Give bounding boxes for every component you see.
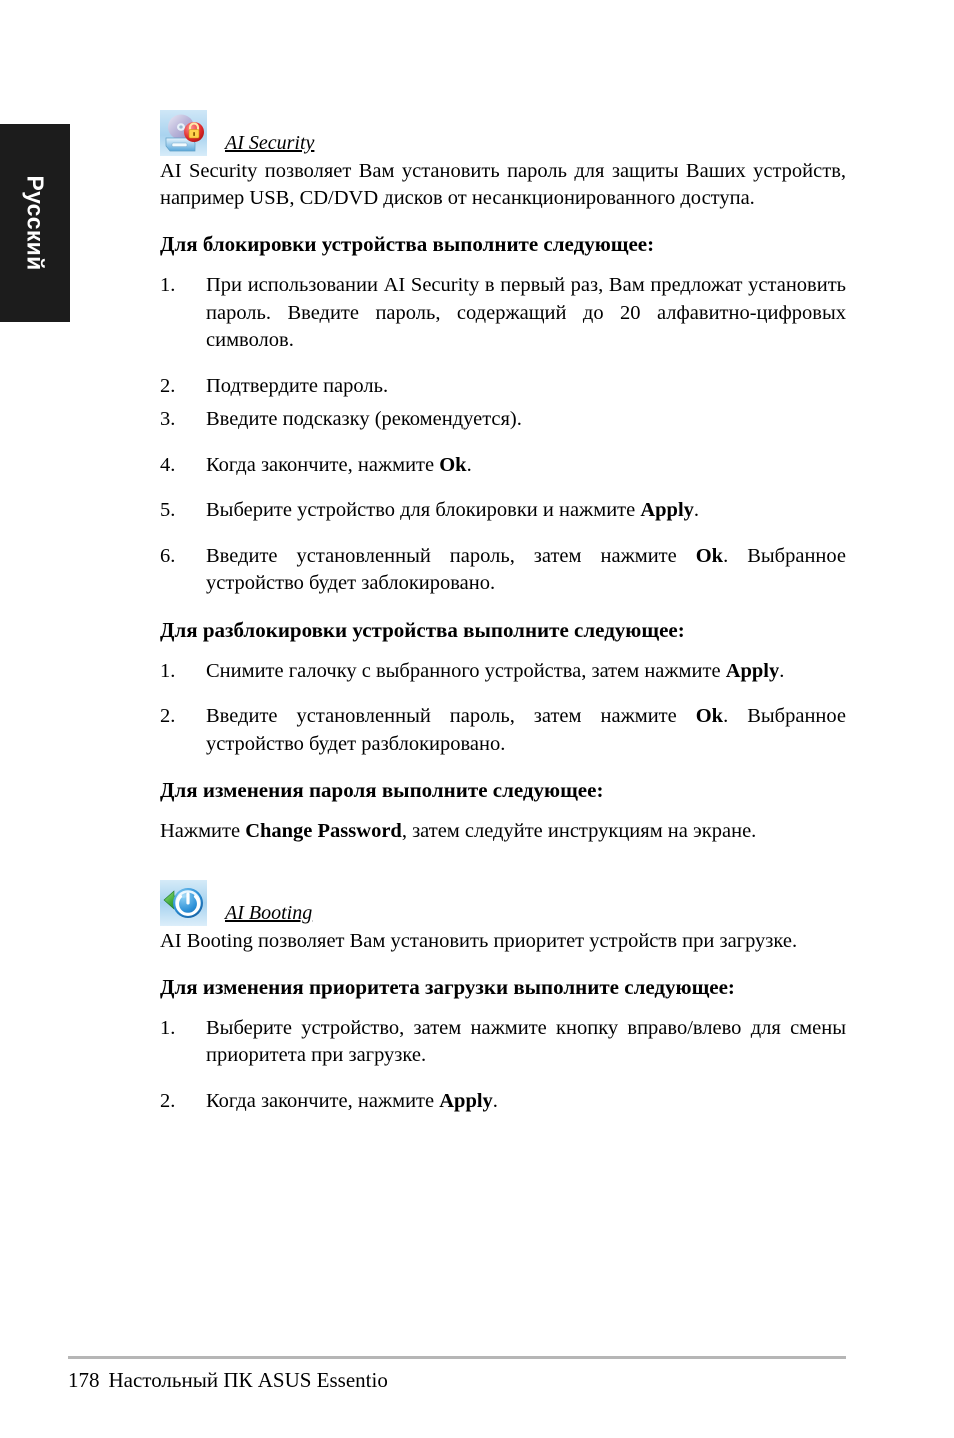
step-text: Подтвердите пароль. [206, 373, 846, 401]
step-number: 2. [160, 1089, 176, 1112]
list-item: 5. Выберите устройство для блокировки и … [160, 497, 846, 525]
change-password-pre: Нажмите [160, 820, 246, 842]
heading-unlock-device: Для разблокировки устройства выполните с… [160, 617, 685, 642]
list-item: 2. Подтвердите пароль. [160, 373, 846, 401]
step-text-bold: Apply [439, 1089, 493, 1112]
language-tab: Русский [0, 124, 70, 322]
step-text-bold: Ok [439, 453, 467, 476]
footer-product-name: Настольный ПК ASUS Essentio [108, 1368, 388, 1392]
page-number: 178 [68, 1368, 100, 1392]
step-number: 3. [160, 408, 176, 430]
step-text: Введите установленный пароль, затем нажм… [206, 543, 846, 598]
unlock-steps-list: 1. Снимите галочку с выбранного устройст… [160, 658, 846, 759]
step-number: 1. [160, 274, 176, 296]
step-text-pre: Снимите галочку с выбранного устройства,… [206, 659, 726, 682]
list-item: 1. Снимите галочку с выбранного устройст… [160, 658, 846, 686]
step-text: Введите установленный пароль, затем нажм… [206, 703, 846, 758]
step-number: 5. [160, 499, 176, 521]
language-tab-label: Русский [22, 175, 49, 271]
change-password-post: , затем следуйте инструкциям на экране. [401, 820, 757, 842]
step-text: Когда закончите, нажмите Ok. [206, 452, 846, 480]
step-text: Выберите устройство, затем нажмите кнопк… [206, 1015, 846, 1070]
step-text: Введите подсказку (рекомендуется). [206, 406, 846, 434]
ai-booting-label: AI Booting [225, 901, 313, 924]
step-text-post: . [492, 1089, 498, 1112]
step-text-bold: Apply [640, 499, 694, 521]
ai-security-intro: AI Security позволяет Вам установить пар… [160, 160, 846, 209]
change-password-button-label: Change Password [245, 820, 402, 842]
step-number: 4. [160, 453, 176, 476]
step-text-pre: Введите установленный пароль, затем нажм… [206, 544, 696, 567]
step-text-pre: Выберите устройство, затем нажмите кнопк… [206, 1016, 846, 1067]
step-text-pre: Введите подсказку (рекомендуется). [206, 408, 522, 430]
step-text-pre: Введите установленный пароль, затем нажм… [206, 705, 696, 727]
step-text-post: . [779, 659, 785, 682]
ai-security-heading: AI Security [160, 110, 846, 156]
ai-booting-intro: AI Booting позволяет Вам установить прио… [160, 929, 798, 952]
list-item: 4. Когда закончите, нажмите Ok. [160, 452, 846, 480]
step-number: 1. [160, 659, 176, 682]
step-text: При использовании AI Security в первый р… [206, 272, 846, 355]
step-number: 2. [160, 374, 176, 397]
ai-security-icon [160, 110, 207, 156]
step-text-pre: Подтвердите пароль. [206, 374, 389, 397]
footer-divider [68, 1356, 846, 1359]
step-text-bold: Ok [695, 544, 724, 567]
heading-lock-device: Для блокировки устройства выполните след… [160, 232, 655, 256]
heading-change-boot-priority: Для изменения приоритета загрузки выполн… [160, 974, 735, 999]
lock-steps-list: 1. При использовании AI Security в первы… [160, 272, 846, 598]
list-item: 1. Выберите устройство, затем нажмите кн… [160, 1015, 846, 1070]
step-text-pre: При использовании AI Security в первый р… [206, 274, 846, 351]
step-text: Выберите устройство для блокировки и наж… [206, 497, 846, 525]
list-item: 1. При использовании AI Security в первы… [160, 272, 846, 355]
change-password-instruction: Нажмите Change Password, затем следуйте … [160, 818, 846, 846]
step-number: 2. [160, 705, 176, 727]
step-text: Когда закончите, нажмите Apply. [206, 1088, 846, 1116]
step-number: 1. [160, 1016, 176, 1039]
step-text-pre: Когда закончите, нажмите [206, 1089, 440, 1112]
step-text-post: . [466, 453, 472, 476]
footer: 178 Настольный ПК ASUS Essentio [68, 1366, 388, 1394]
heading-change-password: Для изменения пароля выполните следующее… [160, 778, 604, 802]
step-number: 6. [160, 544, 176, 567]
boot-steps-list: 1. Выберите устройство, затем нажмите кн… [160, 1015, 846, 1116]
ai-booting-icon [160, 879, 207, 926]
ai-security-label: AI Security [225, 132, 315, 154]
list-item: 3. Введите подсказку (рекомендуется). [160, 406, 846, 434]
step-text-pre: Когда закончите, нажмите [206, 453, 440, 476]
step-text: Снимите галочку с выбранного устройства,… [206, 658, 846, 686]
step-text-post: . [693, 499, 700, 521]
page-content: AI Security AI Security позволяет Вам ус… [160, 110, 846, 1115]
step-text-bold: Apply [725, 659, 780, 682]
list-item: 6. Введите установленный пароль, затем н… [160, 543, 846, 598]
step-text-pre: Выберите устройство для блокировки и наж… [206, 499, 641, 521]
list-item: 2. Когда закончите, нажмите Apply. [160, 1088, 846, 1116]
step-text-bold: Ok [695, 705, 724, 727]
ai-booting-heading: AI Booting [160, 879, 846, 926]
list-item: 2. Введите установленный пароль, затем н… [160, 703, 846, 758]
